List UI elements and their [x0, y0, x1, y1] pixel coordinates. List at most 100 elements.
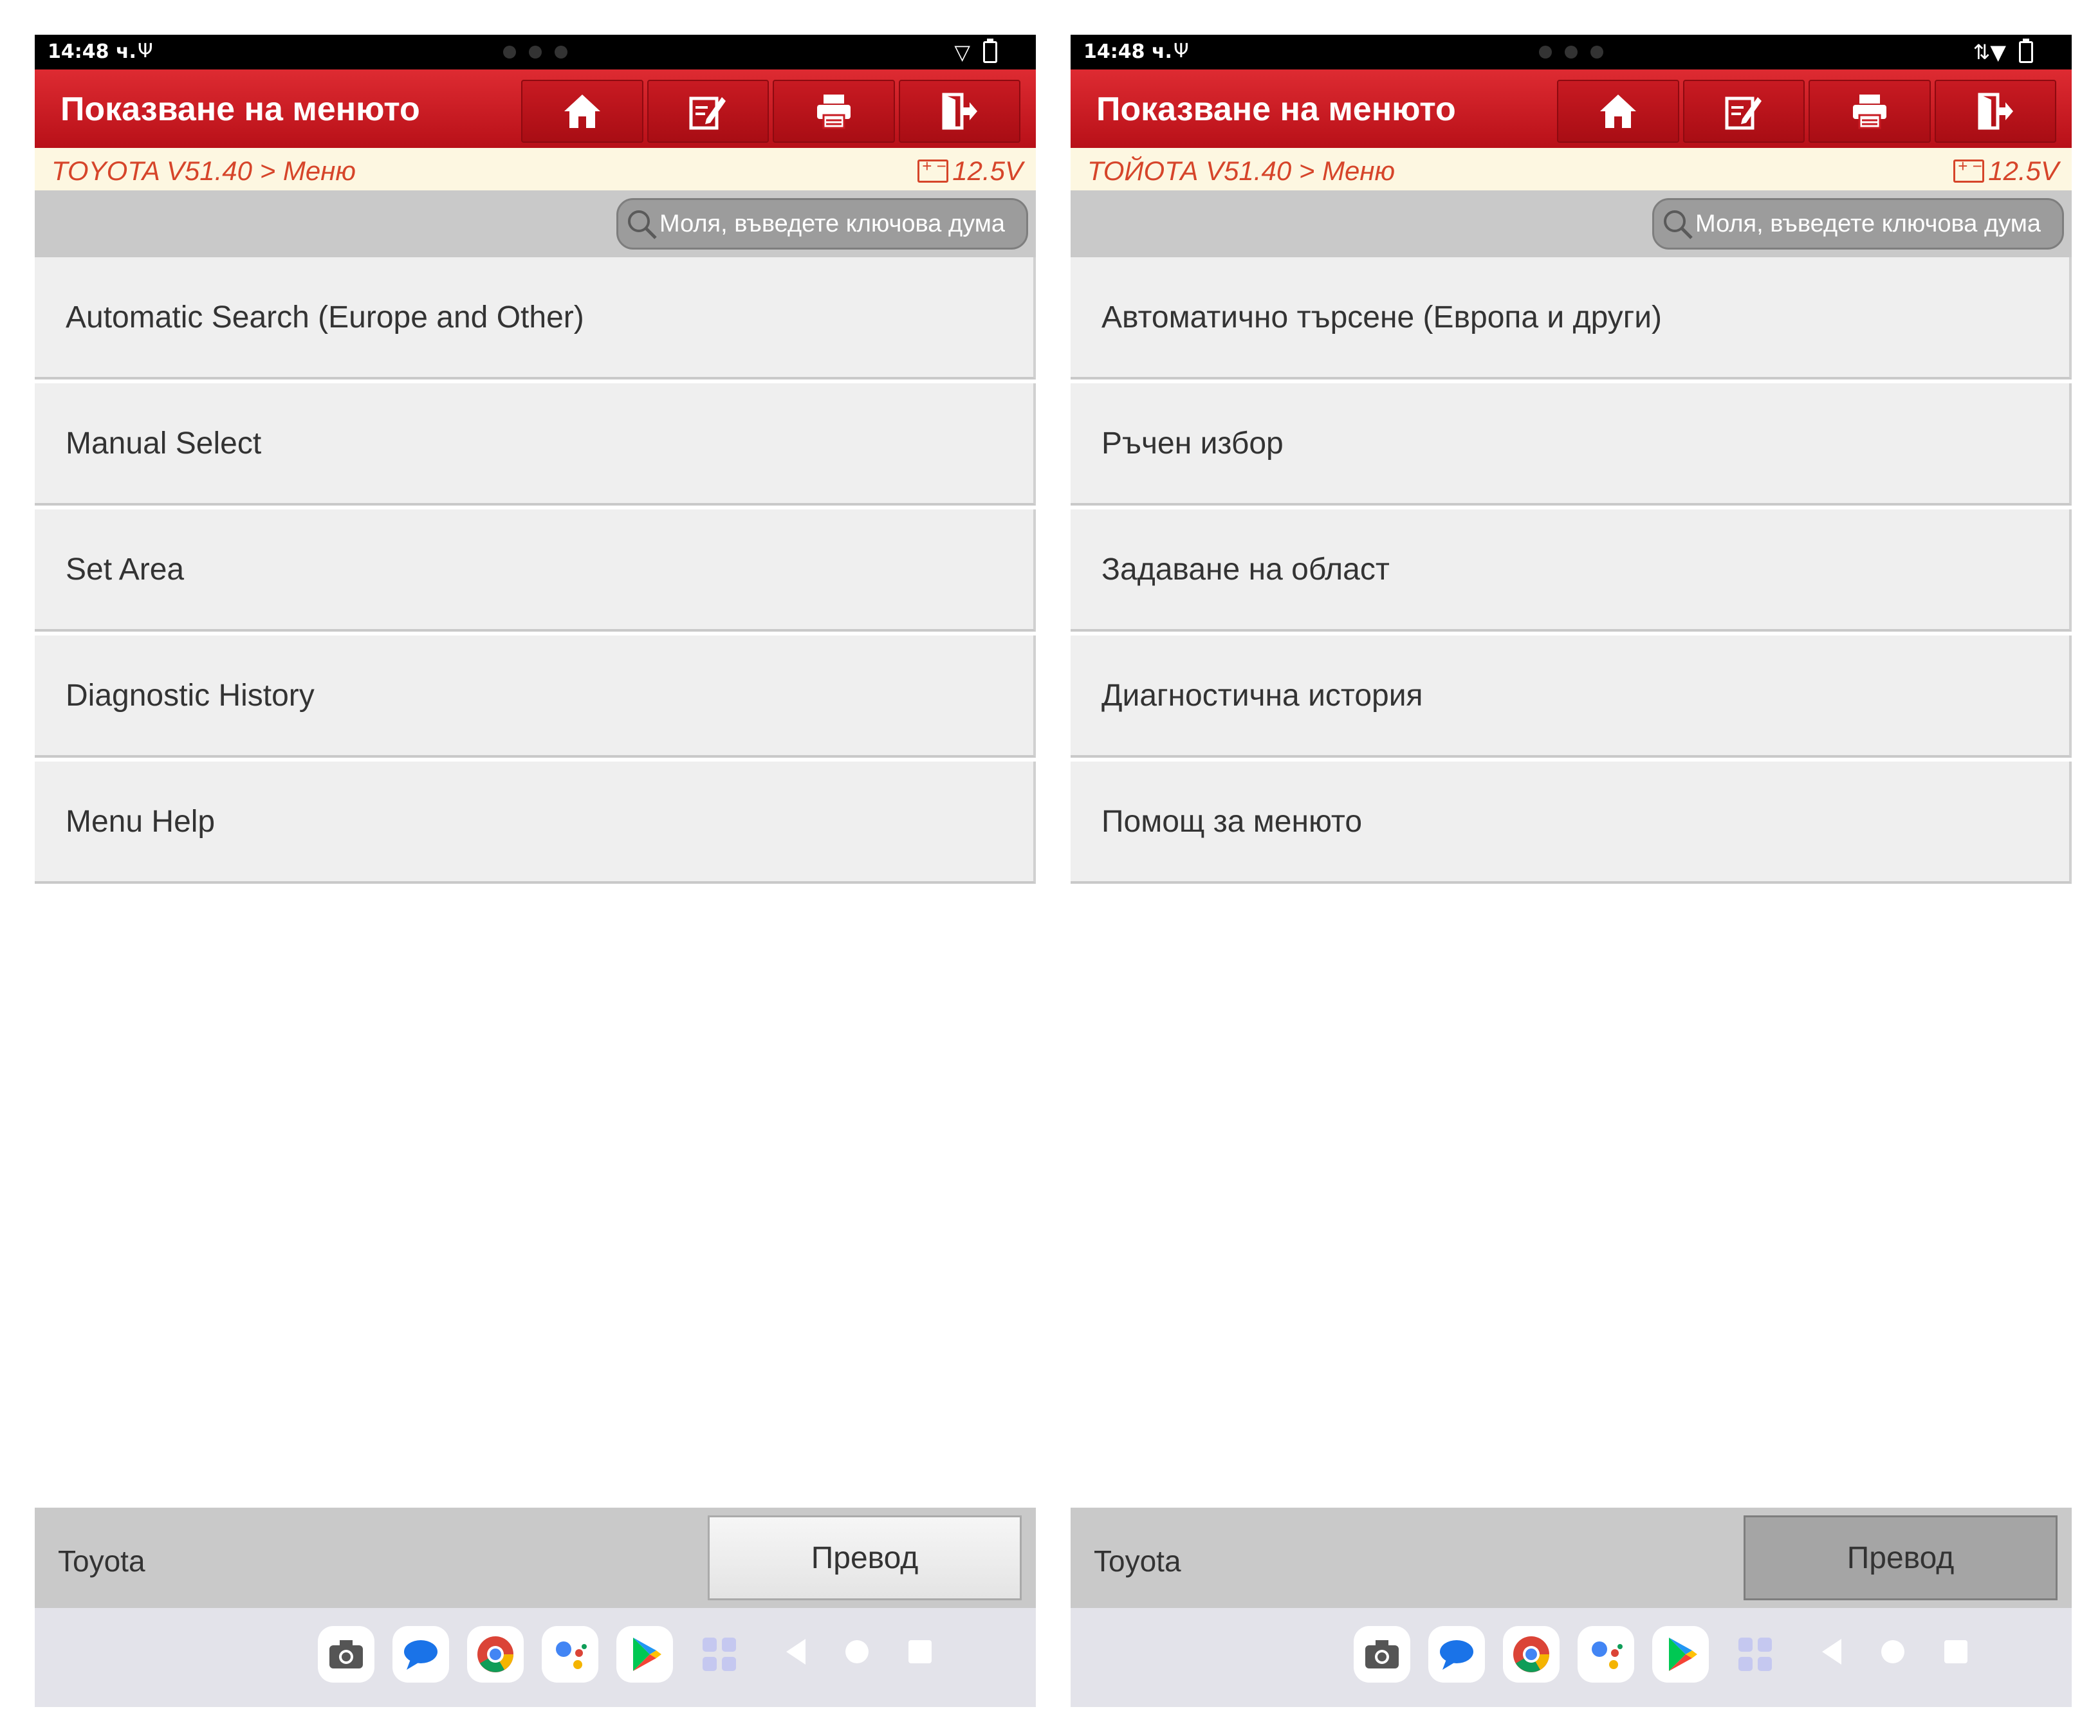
menu-list: Автоматично търсене (Европа и други) Ръч…	[1071, 257, 2072, 888]
camera-dots	[1539, 46, 1603, 59]
status-bar: 14:48 ч. Ψ ⇅▼	[1071, 35, 2072, 69]
app-header: Показване на менюто	[35, 69, 1036, 148]
back-button[interactable]	[1822, 1639, 1841, 1665]
android-nav-bar	[1071, 1608, 2072, 1707]
edit-button[interactable]	[647, 80, 769, 143]
menu-item-menu-help[interactable]: Помощ за менюто	[1071, 762, 2072, 884]
footer-bar: Toyota Превод	[35, 1508, 1036, 1608]
play-store-app[interactable]	[616, 1626, 673, 1683]
messages-app[interactable]	[392, 1626, 449, 1683]
voltage-indicator: 12.5V	[917, 156, 1023, 187]
page-title: Показване на менюто	[1096, 91, 1456, 128]
status-time: 14:48 ч.	[48, 41, 136, 63]
usb-icon: Ψ	[1174, 40, 1189, 62]
screen-right: 14:48 ч. Ψ ⇅▼ Показване на менюто ТОЙОТА…	[1071, 35, 2072, 1707]
edit-icon	[689, 96, 726, 130]
app-drawer[interactable]	[1727, 1626, 1783, 1683]
search-icon	[628, 210, 657, 239]
voltage-value: 12.5V	[1988, 156, 2059, 186]
exit-button[interactable]	[898, 80, 1020, 143]
chrome-app[interactable]	[467, 1626, 524, 1683]
footer-make-label: Toyota	[58, 1544, 145, 1578]
back-button[interactable]	[786, 1639, 806, 1665]
home-nav-button[interactable]	[845, 1640, 869, 1663]
camera-icon	[329, 1640, 363, 1668]
app-drawer-icon	[1738, 1638, 1772, 1671]
chrome-icon	[477, 1636, 513, 1672]
menu-item-manual-select[interactable]: Manual Select	[35, 383, 1036, 506]
search-box[interactable]	[1652, 198, 2064, 250]
edit-icon	[1725, 96, 1762, 130]
exit-icon	[942, 93, 978, 130]
footer-make-label: Toyota	[1094, 1544, 1181, 1578]
camera-app[interactable]	[318, 1626, 374, 1683]
assistant-icon	[1592, 1641, 1623, 1669]
edit-button[interactable]	[1682, 80, 1805, 143]
status-time: 14:48 ч.	[1083, 41, 1172, 63]
messages-app[interactable]	[1428, 1626, 1485, 1683]
translate-button[interactable]: Превод	[1744, 1515, 2058, 1600]
search-input[interactable]	[659, 210, 1026, 238]
print-button[interactable]	[773, 80, 895, 143]
menu-item-set-area[interactable]: Set Area	[35, 509, 1036, 632]
footer-bar: Toyota Превод	[1071, 1508, 2072, 1608]
messages-icon	[404, 1640, 438, 1670]
menu-list: Automatic Search (Europe and Other) Manu…	[35, 257, 1036, 888]
app-drawer[interactable]	[691, 1626, 748, 1683]
menu-item-manual-select[interactable]: Ръчен избор	[1071, 383, 2072, 506]
recents-button[interactable]	[908, 1640, 932, 1663]
assistant-icon	[556, 1641, 587, 1669]
search-bar	[35, 190, 1036, 257]
toolbar	[1557, 80, 2056, 143]
translate-button[interactable]: Превод	[708, 1515, 1022, 1600]
breadcrumb: ТОЙОТА V51.40 > Меню	[1087, 156, 1395, 186]
home-icon	[564, 95, 600, 128]
print-icon	[816, 95, 851, 129]
home-button[interactable]	[521, 80, 643, 143]
menu-item-set-area[interactable]: Задаване на област	[1071, 509, 2072, 632]
play-store-icon	[1669, 1638, 1697, 1671]
screen-left: 14:48 ч. Ψ ▽ Показване на менюто TOYOTA …	[35, 35, 1036, 1707]
car-battery-icon	[1953, 156, 1985, 183]
search-input[interactable]	[1695, 210, 2062, 238]
breadcrumb: TOYOTA V51.40 > Меню	[51, 156, 356, 186]
breadcrumb-bar: ТОЙОТА V51.40 > Меню 12.5V	[1071, 148, 2072, 190]
assistant-app[interactable]	[542, 1626, 598, 1683]
breadcrumb-bar: TOYOTA V51.40 > Меню 12.5V	[35, 148, 1036, 190]
assistant-app[interactable]	[1578, 1626, 1634, 1683]
menu-item-automatic-search[interactable]: Автоматично търсене (Европа и други)	[1071, 257, 2072, 379]
toolbar	[521, 80, 1020, 143]
search-icon	[1664, 210, 1693, 239]
recents-button[interactable]	[1944, 1640, 1967, 1663]
messages-icon	[1440, 1640, 1473, 1670]
home-button[interactable]	[1557, 80, 1679, 143]
camera-icon	[1365, 1640, 1399, 1668]
camera-dots	[503, 46, 567, 59]
app-drawer-icon	[703, 1638, 736, 1671]
android-nav-bar	[35, 1608, 1036, 1707]
play-store-icon	[633, 1638, 661, 1671]
wifi-icon: ▽	[954, 40, 970, 64]
page-title: Показване на менюто	[60, 91, 420, 128]
menu-item-diagnostic-history[interactable]: Diagnostic History	[35, 635, 1036, 758]
print-icon	[1852, 95, 1886, 129]
voltage-value: 12.5V	[952, 156, 1023, 186]
search-bar	[1071, 190, 2072, 257]
menu-item-automatic-search[interactable]: Automatic Search (Europe and Other)	[35, 257, 1036, 379]
battery-icon	[983, 39, 997, 63]
exit-button[interactable]	[1934, 80, 2056, 143]
print-button[interactable]	[1809, 80, 1931, 143]
status-bar: 14:48 ч. Ψ ▽	[35, 35, 1036, 69]
voltage-indicator: 12.5V	[1953, 156, 2059, 187]
chrome-app[interactable]	[1503, 1626, 1560, 1683]
home-nav-button[interactable]	[1881, 1640, 1904, 1663]
car-battery-icon	[917, 156, 949, 183]
battery-icon	[2019, 39, 2033, 63]
chrome-icon	[1513, 1636, 1549, 1672]
play-store-app[interactable]	[1652, 1626, 1709, 1683]
menu-item-diagnostic-history[interactable]: Диагностична история	[1071, 635, 2072, 758]
menu-item-menu-help[interactable]: Menu Help	[35, 762, 1036, 884]
search-box[interactable]	[616, 198, 1028, 250]
camera-app[interactable]	[1354, 1626, 1410, 1683]
exit-icon	[1978, 93, 2014, 130]
